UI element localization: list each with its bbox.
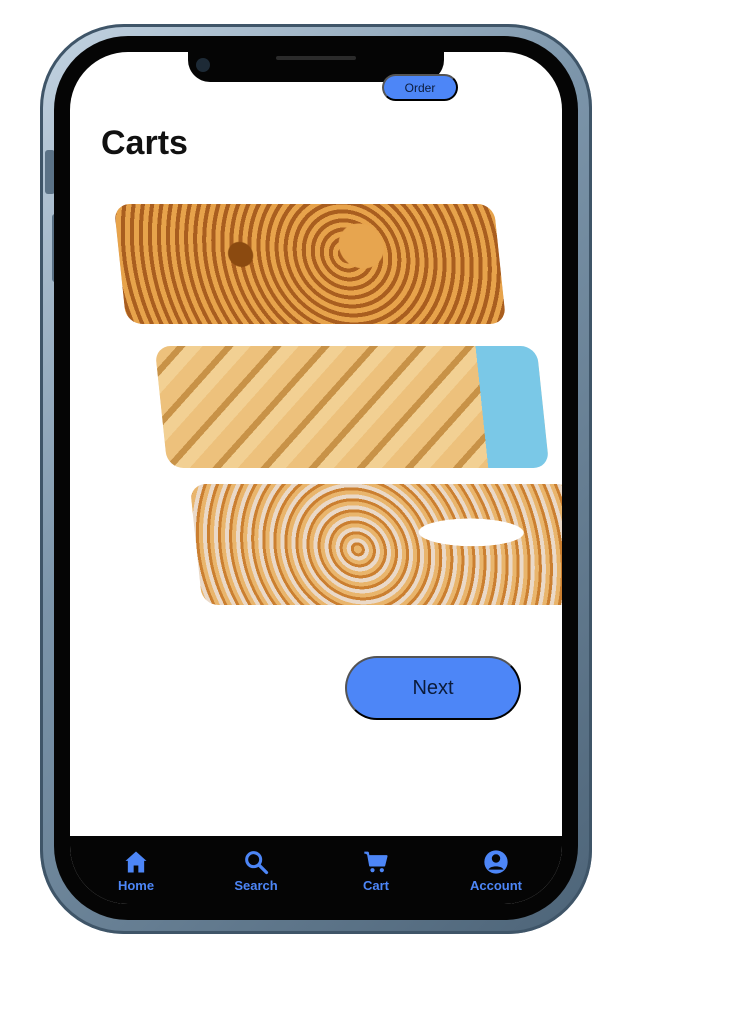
- bottom-tab-bar: Home Search Cart Account: [70, 836, 562, 904]
- phone-mockup: Order Carts Next Home Search Cart Accoun…: [0, 0, 737, 1020]
- tab-search[interactable]: Search: [210, 844, 302, 896]
- cart-item-image[interactable]: [113, 204, 507, 324]
- tab-cart-label: Cart: [362, 877, 389, 893]
- cart-icon: [364, 851, 388, 872]
- tab-cart[interactable]: Cart: [330, 844, 422, 896]
- tab-account[interactable]: Account: [450, 844, 542, 896]
- search-icon: [245, 850, 269, 874]
- next-button[interactable]: Next: [345, 656, 521, 720]
- tab-home-label: Home: [117, 877, 155, 893]
- cart-item-image[interactable]: [189, 484, 562, 605]
- app-screen: Order Carts Next Home Search Cart Accoun…: [70, 52, 562, 904]
- tab-home[interactable]: Home: [90, 844, 182, 896]
- account-icon: [484, 849, 508, 874]
- cart-item-image[interactable]: [154, 346, 550, 468]
- tab-account-label: Account: [470, 877, 522, 893]
- cart-list: [70, 52, 562, 904]
- home-icon: [125, 851, 147, 872]
- tab-search-label: Search: [234, 877, 278, 893]
